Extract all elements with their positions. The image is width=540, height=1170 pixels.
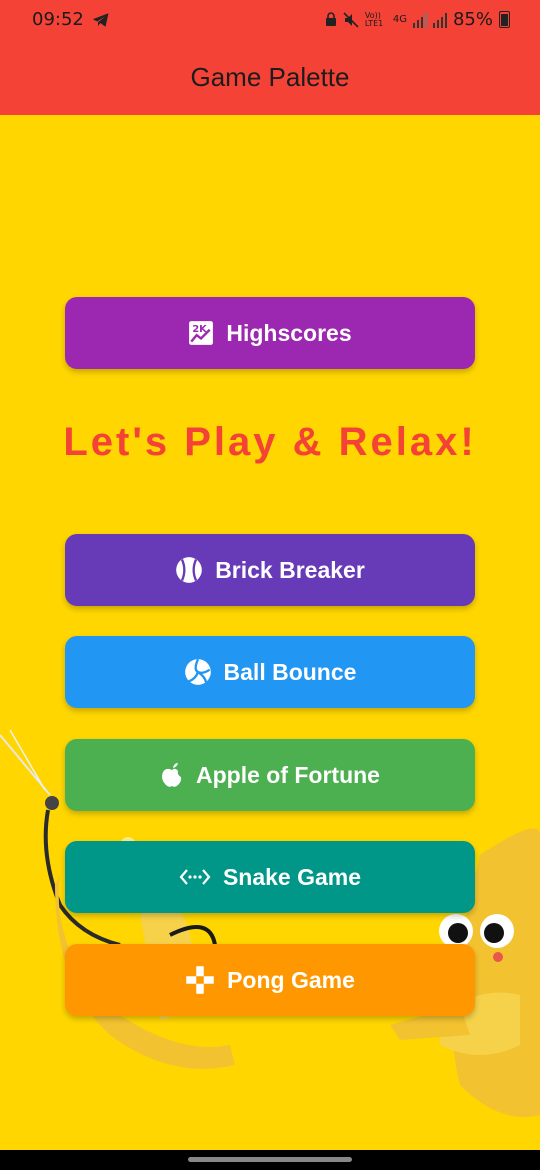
brick-breaker-label: Brick Breaker: [215, 556, 365, 583]
highscores-label: Highscores: [226, 319, 352, 346]
pong-game-label: Pong Game: [227, 966, 355, 993]
snake-game-label: Snake Game: [222, 863, 362, 890]
battery-text: 85%: [452, 9, 493, 30]
headline: Let's Play & Relax!: [63, 420, 477, 464]
snake-game-button[interactable]: Snake Game: [65, 841, 475, 913]
volleyball-icon: [184, 658, 211, 685]
code-icon: [179, 869, 211, 885]
apple-icon: [162, 763, 182, 787]
signal-icon: [412, 12, 427, 28]
app-bar: Game Palette: [0, 40, 540, 115]
home-handle[interactable]: [188, 1157, 352, 1162]
pong-game-button[interactable]: Pong Game: [65, 944, 475, 1016]
main-content: 2K Highscores Let's Play & Relax! Brick …: [0, 115, 540, 1150]
mute-icon: [343, 11, 359, 28]
page-title: Game Palette: [190, 62, 350, 92]
brick-breaker-button[interactable]: Brick Breaker: [65, 534, 475, 606]
volte-icon: Vo)) LTE1: [364, 10, 384, 28]
ball-bounce-button[interactable]: Ball Bounce: [65, 636, 475, 708]
signal-icon: [432, 12, 447, 28]
ball-bounce-label: Ball Bounce: [223, 658, 357, 685]
status-bar: 09:52 Vo)) LTE1 4G 85%: [0, 0, 540, 40]
gamepad-icon: [186, 966, 214, 994]
lock-icon: [325, 12, 336, 26]
status-time: 09:52: [32, 9, 84, 30]
4g-icon: 4G: [392, 14, 407, 25]
highscores-button[interactable]: 2K Highscores: [65, 297, 475, 369]
navigation-bar: [0, 1150, 540, 1170]
battery-icon: [499, 11, 510, 28]
telegram-icon: [92, 12, 109, 27]
apple-of-fortune-label: Apple of Fortune: [196, 761, 380, 788]
highscore-icon: 2K: [189, 321, 214, 345]
baseball-icon: [176, 557, 203, 583]
apple-of-fortune-button[interactable]: Apple of Fortune: [65, 739, 475, 811]
